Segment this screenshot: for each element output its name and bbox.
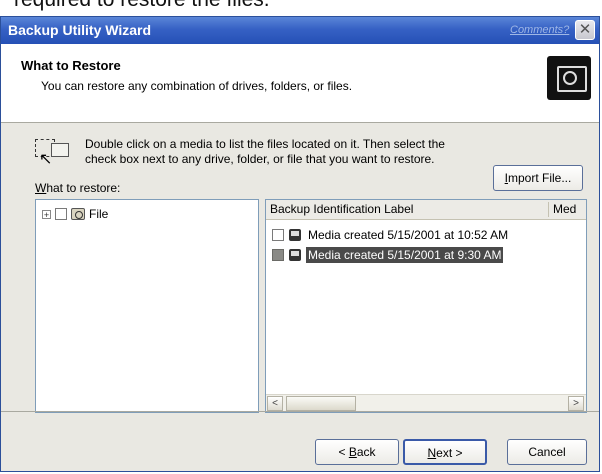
caption-text: required to restore the files.	[14, 0, 270, 12]
instruction-text: Double click on a media to list the file…	[85, 137, 445, 166]
list-item[interactable]: Media created 5/15/2001 at 10:52 AM	[272, 226, 510, 244]
what-to-restore-label: What to restore:	[35, 181, 121, 195]
cancel-button[interactable]: Cancel	[507, 439, 587, 465]
footer-divider	[1, 411, 599, 412]
close-button[interactable]: ✕	[575, 20, 595, 40]
column-header-media[interactable]: Med	[553, 202, 576, 216]
scroll-right-button[interactable]: >	[568, 396, 584, 411]
wizard-header: What to Restore You can restore any comb…	[1, 44, 599, 123]
tree-item-file[interactable]: + File	[42, 206, 108, 222]
restore-tree[interactable]: + File	[35, 199, 259, 413]
tree-item-checkbox[interactable]	[55, 208, 67, 220]
back-button[interactable]: < Back	[315, 439, 399, 465]
file-media-icon	[71, 208, 85, 220]
next-button[interactable]: Next >	[403, 439, 487, 465]
page-title: What to Restore	[21, 58, 121, 73]
title-bar: Backup Utility Wizard Comments? ✕	[1, 17, 599, 44]
list-header: Backup Identification Label Med	[266, 200, 586, 220]
window-title: Backup Utility Wizard	[8, 22, 152, 38]
scroll-left-button[interactable]: <	[267, 396, 283, 411]
list-item-selected[interactable]: Media created 5/15/2001 at 9:30 AM	[272, 246, 504, 264]
expand-icon[interactable]: +	[42, 209, 51, 219]
drag-pointer-icon: ↖	[35, 139, 71, 168]
media-icon	[289, 249, 301, 261]
tree-item-label: File	[89, 207, 109, 221]
row-label: Media created 5/15/2001 at 10:52 AM	[308, 228, 509, 242]
row-checkbox[interactable]	[272, 229, 284, 241]
comments-link[interactable]: Comments?	[510, 24, 569, 36]
row-checkbox[interactable]	[272, 249, 284, 261]
backup-media-icon	[547, 56, 591, 100]
page-subtitle: You can restore any combination of drive…	[41, 79, 353, 93]
media-icon	[289, 229, 301, 241]
media-list[interactable]: Backup Identification Label Med Media cr…	[265, 199, 587, 413]
wizard-window: Backup Utility Wizard Comments? ✕ What t…	[0, 16, 600, 472]
import-file-button[interactable]: Import File...	[493, 165, 583, 191]
column-header-label[interactable]: Backup Identification Label	[270, 202, 413, 216]
row-label: Media created 5/15/2001 at 9:30 AM	[306, 247, 504, 263]
scroll-thumb[interactable]	[286, 396, 356, 411]
